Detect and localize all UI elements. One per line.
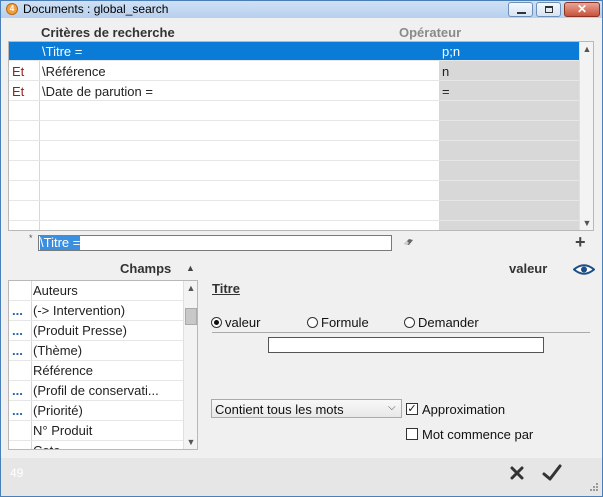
scroll-down-icon[interactable]: ▼ — [184, 437, 197, 447]
resize-grip-icon[interactable] — [587, 482, 599, 494]
criterion-label: \Référence — [42, 64, 106, 79]
radio-circle — [404, 317, 415, 328]
radio-label: Formule — [321, 315, 369, 330]
criterion-label: \Titre = — [42, 44, 83, 59]
criteria-row[interactable]: \Titre = p;n — [9, 42, 579, 61]
related-field-marker: ... — [12, 383, 23, 398]
cancel-icon[interactable] — [509, 465, 525, 481]
maximize-icon — [545, 6, 553, 13]
criteria-row[interactable]: Et \Référence n — [9, 62, 579, 81]
approximation-label: Approximation — [422, 402, 506, 417]
fields-scrollbar[interactable]: ▲ ▼ — [183, 281, 197, 449]
close-icon: ✕ — [576, 2, 588, 16]
match-mode-value: Contient tous les mots — [215, 402, 344, 417]
radio-label: Demander — [418, 315, 479, 330]
add-criterion-icon[interactable]: + — [575, 233, 586, 251]
app-icon: 4 — [6, 3, 18, 15]
field-label: (Priorité) — [33, 403, 83, 418]
criteria-row[interactable] — [9, 182, 579, 201]
criteria-table[interactable]: \Titre = p;n Et \Référence n Et \Date de parut… — [8, 41, 594, 231]
scroll-up-icon[interactable]: ▲ — [184, 283, 197, 293]
criterion-input[interactable]: \Titre = — [38, 235, 392, 251]
field-list-item[interactable]: ... (Profil de conservati... — [9, 381, 183, 401]
field-list-item[interactable]: Référence — [9, 361, 183, 381]
edit-marker: * — [29, 233, 33, 243]
radio-circle — [307, 317, 318, 328]
conjunction-label: Et — [12, 64, 25, 79]
radio-circle — [211, 317, 222, 328]
eraser-icon[interactable] — [403, 237, 415, 246]
checkbox-box: ✓ — [406, 403, 418, 415]
field-label: Référence — [33, 363, 93, 378]
operator-label: p;n — [442, 44, 461, 59]
field-list-item[interactable]: ... (-> Intervention) — [9, 301, 183, 321]
selected-field-title: Titre — [212, 281, 240, 296]
field-list-item[interactable]: Auteurs — [9, 281, 183, 301]
related-field-marker: ... — [12, 303, 23, 318]
criteria-row[interactable] — [9, 202, 579, 221]
value-header: valeur — [509, 261, 548, 276]
radio-formule[interactable]: Formule — [307, 315, 397, 331]
related-field-marker: ... — [12, 323, 23, 338]
criteria-row[interactable] — [9, 102, 579, 121]
field-label: N° Produit — [33, 423, 93, 438]
minimize-button[interactable] — [508, 2, 533, 17]
checkbox-box — [406, 428, 418, 440]
operator-label: = — [442, 84, 450, 99]
close-button[interactable]: ✕ — [564, 2, 600, 17]
divider — [212, 332, 590, 333]
scroll-down-icon[interactable]: ▼ — [580, 218, 593, 228]
chevron-down-icon: ⌵ — [388, 402, 396, 413]
field-list-item[interactable]: N° Produit — [9, 421, 183, 441]
criterion-label: \Date de parution = — [42, 84, 153, 99]
related-field-marker: ... — [12, 343, 23, 358]
radio-valeur[interactable]: valeur — [211, 315, 301, 331]
criteria-row[interactable]: Et \Date de parution = = — [9, 82, 579, 101]
criteria-row[interactable] — [9, 122, 579, 141]
field-list-item[interactable]: ... (Thème) — [9, 341, 183, 361]
criteria-column-header[interactable]: Critères de recherche — [41, 25, 175, 40]
criteria-scrollbar[interactable]: ▲ ▼ — [579, 42, 593, 230]
field-label: (-> Intervention) — [33, 303, 126, 318]
conjunction-label: Et — [12, 84, 25, 99]
field-label: Cote — [33, 443, 60, 449]
criteria-row[interactable] — [9, 162, 579, 181]
related-field-marker: ... — [12, 403, 23, 418]
field-label: Auteurs — [33, 283, 78, 298]
scroll-thumb[interactable] — [185, 308, 197, 325]
radio-demander[interactable]: Demander — [404, 315, 504, 331]
record-count: 49 — [10, 466, 24, 480]
eye-icon[interactable] — [573, 263, 595, 276]
field-label: (Profil de conservati... — [33, 383, 159, 398]
field-list-item[interactable]: ... (Produit Presse) — [9, 321, 183, 341]
status-bar: 49 — [1, 458, 602, 496]
radio-label: valeur — [225, 315, 261, 330]
approximation-checkbox[interactable]: ✓ Approximation — [406, 402, 536, 418]
value-input[interactable] — [268, 337, 544, 353]
field-list-item[interactable]: Cote — [9, 441, 183, 449]
maximize-button[interactable] — [536, 2, 561, 17]
criteria-row[interactable] — [9, 142, 579, 161]
fields-header: Champs — [120, 261, 172, 276]
match-mode-select[interactable]: Contient tous les mots ⌵ — [211, 399, 402, 418]
window-title: Documents : global_search — [23, 2, 169, 16]
minimize-icon — [517, 12, 526, 14]
criterion-input-value: \Titre = — [40, 235, 81, 250]
search-dialog: 4 Documents : global_search ✕ Critères d… — [0, 0, 603, 497]
operator-column-header[interactable]: Opérateur — [399, 25, 461, 40]
starts-with-label: Mot commence par — [422, 427, 534, 442]
sort-up-icon[interactable]: ▲ — [186, 263, 195, 273]
title-bar[interactable]: 4 Documents : global_search ✕ — [1, 1, 602, 18]
checkmark-icon[interactable] — [542, 464, 562, 482]
scroll-up-icon[interactable]: ▲ — [580, 44, 593, 54]
criteria-header: Critères de recherche Opérateur — [1, 23, 602, 41]
field-list-item[interactable]: ... (Priorité) — [9, 401, 183, 421]
starts-with-checkbox[interactable]: Mot commence par — [406, 427, 556, 443]
criterion-editor: * \Titre = — [1, 233, 602, 253]
fields-list[interactable]: Auteurs... (-> Intervention)... (Produit P… — [8, 280, 198, 450]
field-label: (Thème) — [33, 343, 83, 358]
field-label: (Produit Presse) — [33, 323, 127, 338]
operator-label: n — [442, 64, 450, 79]
